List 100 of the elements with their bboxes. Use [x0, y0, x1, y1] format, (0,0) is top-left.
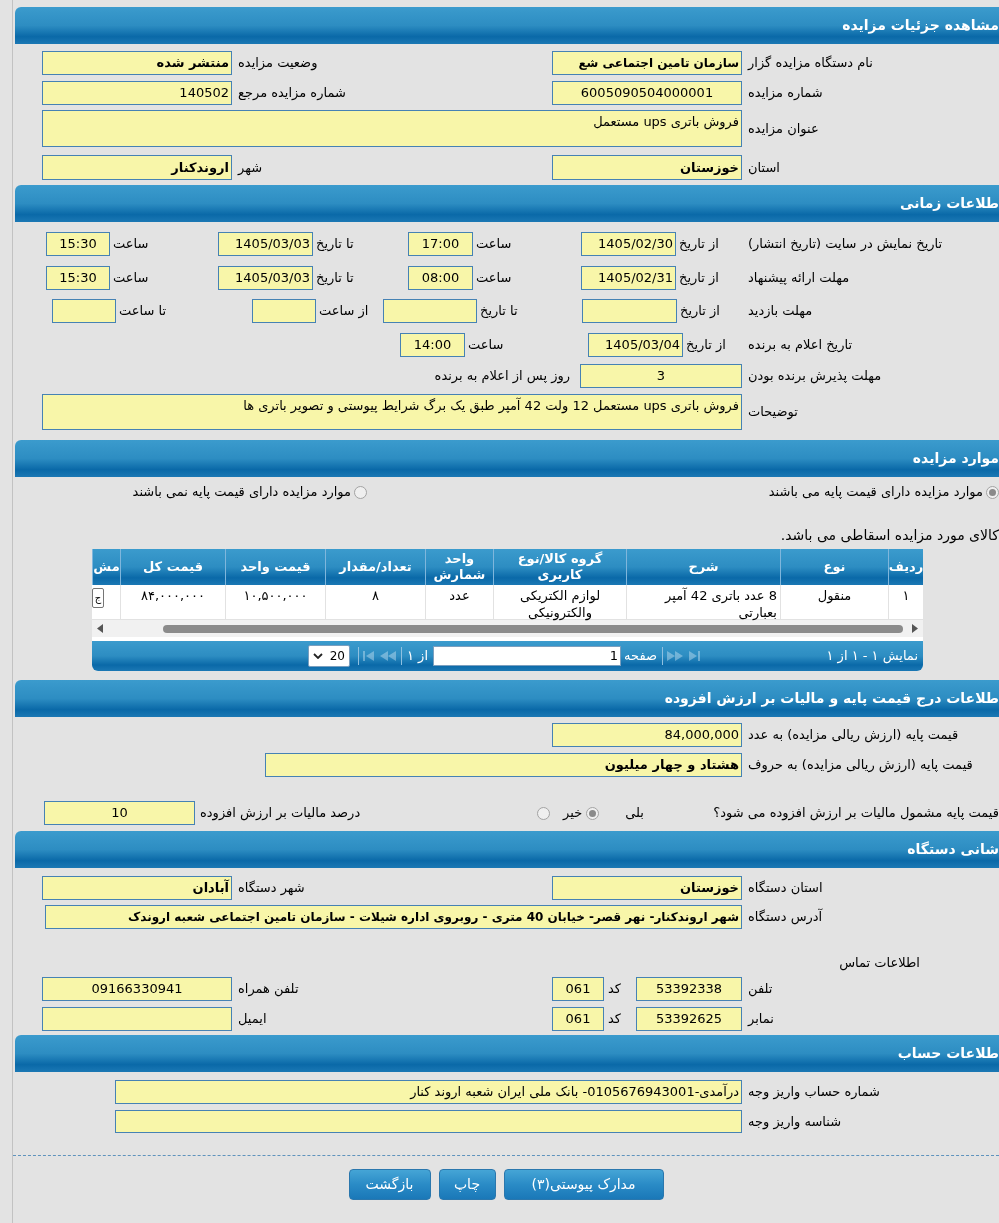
- input-field[interactable]: 1405/03/03: [218, 232, 313, 256]
- input-field[interactable]: 061: [552, 1007, 604, 1031]
- section-title: طلاعات زمانی: [900, 194, 999, 213]
- section-title: شانی دستگاه: [907, 840, 999, 859]
- input-field[interactable]: فروش باتری ups مستعمل 12 ولت 42 آمپر طبق یک برگ شرایط پیوستی و تصویر باتری ها: [42, 394, 742, 430]
- action-button[interactable]: بازگشت: [348, 1169, 431, 1200]
- field-label: از تاریخ: [679, 235, 719, 254]
- input-field[interactable]: 15:30: [46, 232, 110, 256]
- field-label: از تاریخ: [680, 302, 720, 321]
- input-field[interactable]: [115, 1110, 742, 1133]
- page-label: صفحه: [624, 647, 657, 666]
- radio-label: بلی: [625, 804, 644, 823]
- field-label: شماره حساب واریز وجه: [748, 1083, 880, 1102]
- page-size-select[interactable]: 20: [308, 645, 350, 667]
- field-label: قیمت پایه (ارزش ریالی مزایده) به عدد: [748, 726, 959, 745]
- input-field[interactable]: 1405/03/03: [218, 266, 313, 290]
- subsection-title: اطلاعات تماس: [839, 954, 920, 973]
- input-field[interactable]: 1405/02/31: [581, 266, 676, 290]
- section-title: طلاعات درج قیمت پایه و مالیات بر ارزش افزوده: [664, 689, 999, 709]
- field-label: ساعت: [476, 235, 512, 254]
- field-label: درصد مالیات بر ارزش افزوده: [200, 804, 361, 823]
- right-triangle-icon[interactable]: [912, 624, 918, 633]
- table-cell: ۸۴,۰۰۰,۰۰۰: [120, 585, 225, 619]
- radio-label: موارد مزایده دارای قیمت پایه نمی باشند: [132, 483, 351, 502]
- field-label: وضعیت مزایده: [238, 54, 318, 73]
- field-label: استان دستگاه: [748, 879, 823, 898]
- row-action-button[interactable]: ج: [92, 588, 104, 608]
- input-field[interactable]: 1405/03/04: [588, 333, 683, 357]
- input-field[interactable]: [582, 299, 677, 323]
- input-field[interactable]: [252, 299, 316, 323]
- field-label: استان: [748, 158, 780, 177]
- field-label: قیمت پایه (ارزش ریالی مزایده) به حروف: [748, 756, 973, 775]
- horizontal-scrollbar[interactable]: [92, 620, 923, 637]
- input-field[interactable]: 3: [580, 364, 742, 388]
- field-label: ساعت: [468, 336, 504, 355]
- field-label: تاریخ نمایش در سایت (تاریخ انتشار): [748, 235, 943, 254]
- page-count-text: از ۱: [407, 647, 428, 666]
- input-field[interactable]: 53392625: [636, 1007, 742, 1031]
- table-cell: 8 عدد باتری 42 آمپر بعبارتی: [626, 585, 780, 619]
- input-field[interactable]: خوزستان: [552, 876, 742, 900]
- input-field[interactable]: 84,000,000: [552, 723, 742, 747]
- table-cell: عدد: [425, 585, 493, 619]
- field-label: تا تاریخ: [316, 235, 354, 254]
- field-label: نام دستگاه مزایده گزار: [748, 54, 873, 73]
- input-field[interactable]: هشتاد و چهار میلیون: [265, 753, 742, 777]
- action-button[interactable]: مدارک پیوستی(۳): [503, 1169, 664, 1200]
- radio-button[interactable]: [986, 485, 999, 499]
- scrollbar-thumb[interactable]: [163, 624, 903, 633]
- field-label: عنوان مزایده: [748, 119, 819, 139]
- pager-summary: نمایش ۱ - ۱ از ۱: [826, 647, 918, 666]
- input-field[interactable]: 061: [552, 977, 604, 1001]
- field-label: آدرس دستگاه: [748, 907, 823, 927]
- chevron-down-icon: [313, 653, 323, 659]
- input-field[interactable]: 08:00: [408, 266, 473, 290]
- input-field[interactable]: 14:00: [400, 333, 465, 357]
- field-label: تا تاریخ: [480, 302, 518, 321]
- input-field[interactable]: فروش باتری ups مستعمل: [42, 110, 742, 147]
- input-field[interactable]: اروندکنار: [42, 155, 232, 180]
- field-label: شماره مزایده: [748, 84, 823, 103]
- field-label: کد: [608, 1010, 621, 1029]
- input-field[interactable]: 6005090504000001: [552, 81, 742, 105]
- field-label: از تاریخ: [686, 336, 726, 355]
- input-field[interactable]: 140502: [42, 81, 232, 105]
- input-field[interactable]: [52, 299, 116, 323]
- input-field[interactable]: آبادان: [42, 876, 232, 900]
- input-field[interactable]: سازمان تامین اجتماعی شع: [552, 51, 742, 75]
- field-label: ساعت: [113, 269, 149, 288]
- table-cell: ۸: [325, 585, 425, 619]
- input-field[interactable]: [383, 299, 477, 323]
- radio-button[interactable]: [586, 806, 600, 820]
- field-label: توضیحات: [748, 403, 798, 422]
- field-label: تلفن: [748, 980, 773, 999]
- input-field[interactable]: 17:00: [408, 232, 473, 256]
- input-field[interactable]: منتشر شده: [42, 51, 232, 75]
- page-number-input[interactable]: 1: [433, 646, 621, 666]
- question-label: قیمت پایه مشمول مالیات بر ارزش افزوده می شود؟: [713, 804, 999, 823]
- input-field[interactable]: خوزستان: [552, 155, 742, 180]
- field-label: مهلت ارائه پیشنهاد: [748, 269, 850, 288]
- field-label: ساعت: [113, 235, 149, 254]
- field-label: از تاریخ: [679, 269, 719, 288]
- input-field[interactable]: 53392338: [636, 977, 742, 1001]
- field-label: نمابر: [748, 1010, 774, 1029]
- input-field[interactable]: 09166330941: [42, 977, 232, 1001]
- action-button[interactable]: چاپ: [438, 1169, 496, 1200]
- input-field[interactable]: درآمدی-0105676943001- بانک ملی ایران شعبه اروند کنار: [115, 1080, 742, 1104]
- left-triangle-icon[interactable]: [97, 624, 103, 633]
- input-field[interactable]: [42, 1007, 232, 1031]
- field-label: شهر: [238, 158, 263, 178]
- radio-label: موارد مزایده دارای قیمت پایه می باشند: [768, 483, 983, 502]
- input-field[interactable]: 10: [44, 801, 195, 825]
- radio-button[interactable]: [354, 485, 367, 499]
- input-field[interactable]: 1405/02/30: [581, 232, 676, 256]
- input-field[interactable]: 15:30: [46, 266, 110, 290]
- table-cell: منقول: [780, 585, 888, 619]
- radio-button[interactable]: [537, 806, 551, 820]
- table-cell: ۱۰,۵۰۰,۰۰۰: [225, 585, 325, 619]
- input-field[interactable]: شهر اروندکنار- نهر قصر- خیابان 40 متری - روبروی اداره شیلات - سازمان تامین اجتماعی شعبه اروندک: [45, 905, 742, 929]
- field-label: تا ساعت: [119, 302, 167, 321]
- field-label: روز پس از اعلام به برنده: [434, 367, 570, 386]
- field-label: مهلت بازدید: [748, 302, 813, 321]
